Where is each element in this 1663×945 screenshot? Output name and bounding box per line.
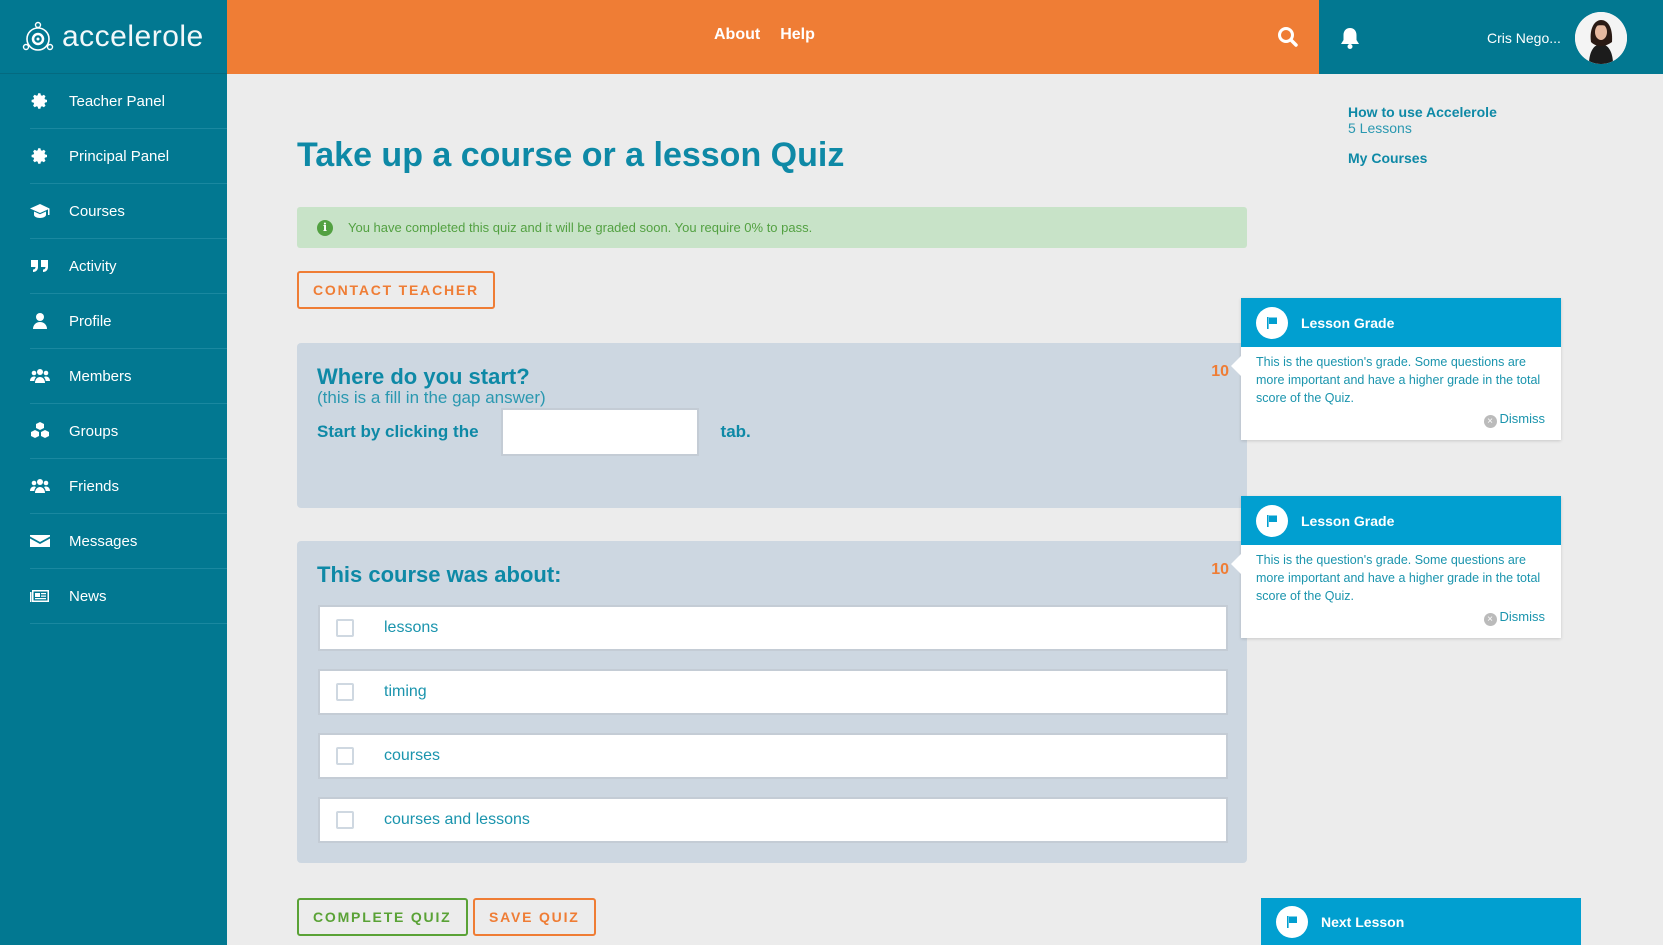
answer-option[interactable]: courses and lessons bbox=[318, 797, 1228, 843]
tooltip-header: Lesson Grade bbox=[1241, 496, 1561, 545]
question-title: This course was about: bbox=[317, 562, 562, 587]
user-icon bbox=[30, 311, 50, 331]
question-title: Where do you start? bbox=[317, 364, 530, 389]
dismiss-label: Dismiss bbox=[1499, 411, 1546, 426]
bell-icon[interactable] bbox=[1339, 26, 1361, 50]
sidebar-item-activity[interactable]: Activity bbox=[30, 239, 227, 294]
gap-answer-input[interactable] bbox=[500, 408, 699, 456]
sidebar-item-label: Principal Panel bbox=[69, 147, 170, 165]
answer-option[interactable]: timing bbox=[318, 669, 1228, 715]
envelope-icon bbox=[30, 531, 50, 551]
close-icon: × bbox=[1483, 613, 1497, 626]
sidebar-item-groups[interactable]: Groups bbox=[30, 404, 227, 459]
tooltip-title: Lesson Grade bbox=[1301, 512, 1395, 529]
sidebar-item-label: News bbox=[69, 587, 107, 605]
sidebar-item-friends[interactable]: Friends bbox=[30, 459, 227, 514]
question-grade: 10 bbox=[1211, 561, 1229, 578]
question-grade: 10 bbox=[1211, 363, 1229, 380]
course-lessons-count: 5 Lessons bbox=[1348, 120, 1412, 136]
help-link[interactable]: Help bbox=[780, 26, 815, 44]
question-card: Where do you start? (this is a fill in t… bbox=[297, 343, 1247, 508]
my-courses-link[interactable]: My Courses bbox=[1348, 150, 1497, 166]
sidebar-item-principal-panel[interactable]: Principal Panel bbox=[30, 129, 227, 184]
users-icon bbox=[30, 366, 50, 386]
newspaper-icon bbox=[30, 586, 50, 606]
sidebar-item-teacher-panel[interactable]: Teacher Panel bbox=[30, 74, 227, 129]
tooltip-body: This is the question's grade. Some quest… bbox=[1256, 553, 1541, 603]
sidebar-item-label: Courses bbox=[69, 202, 125, 220]
option-label: lessons bbox=[384, 619, 439, 636]
fill-gap-row: Start by clicking the tab. bbox=[317, 408, 751, 456]
option-label: courses bbox=[384, 747, 441, 764]
avatar[interactable] bbox=[1575, 12, 1627, 64]
next-lesson-label: Next Lesson bbox=[1321, 913, 1405, 930]
info-icon: i bbox=[317, 219, 333, 236]
sidebar-item-label: Teacher Panel bbox=[69, 92, 165, 110]
sidebar-item-label: Activity bbox=[69, 257, 117, 275]
sidebar-item-label: Groups bbox=[69, 422, 119, 440]
search-icon[interactable] bbox=[1276, 25, 1300, 49]
alert-text: You have completed this quiz and it will… bbox=[348, 220, 813, 235]
quote-icon bbox=[30, 256, 50, 276]
course-link[interactable]: How to use Accelerole bbox=[1348, 104, 1497, 120]
next-lesson-button[interactable]: Next Lesson bbox=[1261, 898, 1581, 945]
checkbox[interactable] bbox=[336, 747, 354, 765]
option-label: timing bbox=[384, 683, 427, 700]
answer-option[interactable]: courses bbox=[318, 733, 1228, 779]
user-bar: Cris Nego... bbox=[1319, 0, 1663, 74]
tooltip-body: This is the question's grade. Some quest… bbox=[1256, 355, 1541, 405]
flag-icon bbox=[1256, 306, 1288, 339]
dismiss-button[interactable]: × Dismiss bbox=[1241, 609, 1561, 638]
gear-icon bbox=[30, 91, 50, 111]
page-title: Take up a course or a lesson Quiz bbox=[297, 136, 845, 174]
checkbox[interactable] bbox=[336, 683, 354, 701]
flag-icon bbox=[1276, 905, 1308, 938]
gear-icon bbox=[30, 146, 50, 166]
top-bar: About Help bbox=[227, 0, 1319, 74]
lesson-grade-tooltip: Lesson Grade This is the question's grad… bbox=[1231, 298, 1561, 440]
checkbox[interactable] bbox=[336, 619, 354, 637]
answer-option[interactable]: lessons bbox=[318, 605, 1228, 651]
sidebar-item-label: Messages bbox=[69, 532, 138, 550]
sidebar-nav: Teacher Panel Principal Panel Courses Ac… bbox=[0, 74, 227, 624]
success-alert: i You have completed this quiz and it wi… bbox=[297, 207, 1247, 248]
sidebar-item-label: Friends bbox=[69, 477, 120, 495]
gap-suffix: tab. bbox=[720, 422, 751, 441]
sidebar-item-courses[interactable]: Courses bbox=[30, 184, 227, 239]
flag-icon bbox=[1256, 504, 1288, 537]
sidebar-item-label: Profile bbox=[69, 312, 112, 330]
sidebar-item-label: Members bbox=[69, 367, 132, 385]
checkbox[interactable] bbox=[336, 811, 354, 829]
sidebar-item-news[interactable]: News bbox=[30, 569, 227, 624]
top-nav: About Help bbox=[714, 26, 815, 44]
sidebar-item-profile[interactable]: Profile bbox=[30, 294, 227, 349]
lesson-grade-tooltip: Lesson Grade This is the question's grad… bbox=[1231, 496, 1561, 638]
username[interactable]: Cris Nego... bbox=[1487, 30, 1561, 46]
course-sidebar: How to use Accelerole 5 Lessons My Cours… bbox=[1348, 104, 1497, 166]
sidebar-item-members[interactable]: Members bbox=[30, 349, 227, 404]
graduation-cap-icon bbox=[30, 201, 50, 221]
logo-text: accelerole bbox=[62, 19, 204, 53]
sidebar-item-messages[interactable]: Messages bbox=[30, 514, 227, 569]
tooltip-title: Lesson Grade bbox=[1301, 314, 1395, 331]
complete-quiz-button[interactable]: COMPLETE QUIZ bbox=[297, 898, 468, 936]
question-card: This course was about: 10 lessons timing… bbox=[297, 541, 1247, 863]
answer-options: lessons timing courses courses and lesso… bbox=[318, 605, 1228, 861]
question-subtitle: (this is a fill in the gap answer) bbox=[317, 388, 546, 407]
users-icon bbox=[30, 476, 50, 496]
close-icon: × bbox=[1483, 415, 1497, 428]
cubes-icon bbox=[30, 421, 50, 441]
save-quiz-button[interactable]: SAVE QUIZ bbox=[473, 898, 596, 936]
about-link[interactable]: About bbox=[714, 26, 760, 44]
option-label: courses and lessons bbox=[384, 811, 530, 828]
gap-prefix: Start by clicking the bbox=[317, 422, 479, 441]
logo-icon bbox=[22, 21, 54, 51]
contact-teacher-button[interactable]: CONTACT TEACHER bbox=[297, 271, 495, 309]
dismiss-button[interactable]: × Dismiss bbox=[1241, 411, 1561, 440]
tooltip-header: Lesson Grade bbox=[1241, 298, 1561, 347]
dismiss-label: Dismiss bbox=[1499, 609, 1546, 624]
logo[interactable]: accelerole bbox=[0, 0, 227, 74]
sidebar: accelerole Teacher Panel Principal Panel… bbox=[0, 0, 227, 945]
